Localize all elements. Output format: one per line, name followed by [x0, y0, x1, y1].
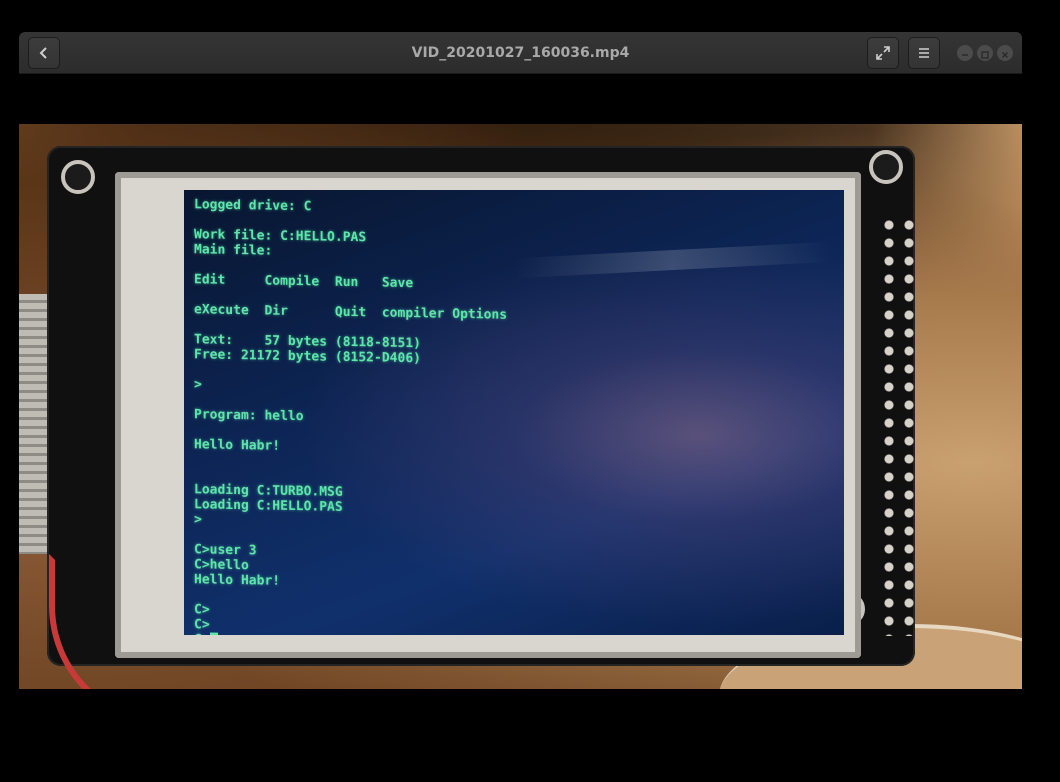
- mount-hole: [869, 150, 903, 184]
- maximize-icon: [981, 44, 989, 63]
- screen-glare: [513, 241, 835, 279]
- menu-button[interactable]: [908, 37, 940, 69]
- maximize-button[interactable]: [977, 45, 993, 61]
- video-frame[interactable]: Logged drive: C Work file: C:HELLO.PAS Mai…: [19, 124, 1022, 689]
- mount-hole: [61, 160, 95, 194]
- hamburger-menu-icon: [918, 47, 930, 59]
- header-pins: [879, 216, 923, 636]
- red-wire: [49, 554, 201, 689]
- expand-icon: [876, 46, 890, 60]
- terminal-cursor: [209, 632, 218, 635]
- minimize-icon: [961, 44, 969, 63]
- close-icon: [1001, 44, 1009, 63]
- fullscreen-button[interactable]: [867, 37, 899, 69]
- close-button[interactable]: [997, 45, 1013, 61]
- chevron-left-icon: [37, 46, 51, 60]
- header-bar: VID_20201027_160036.mp4: [19, 32, 1022, 74]
- lcd-screen: Logged drive: C Work file: C:HELLO.PAS Mai…: [184, 190, 844, 635]
- minimize-button[interactable]: [957, 45, 973, 61]
- video-player-window: VID_20201027_160036.mp4 Logged drive: C …: [19, 32, 1022, 689]
- back-button[interactable]: [28, 37, 60, 69]
- terminal-output: Logged drive: C Work file: C:HELLO.PAS Mai…: [194, 197, 507, 635]
